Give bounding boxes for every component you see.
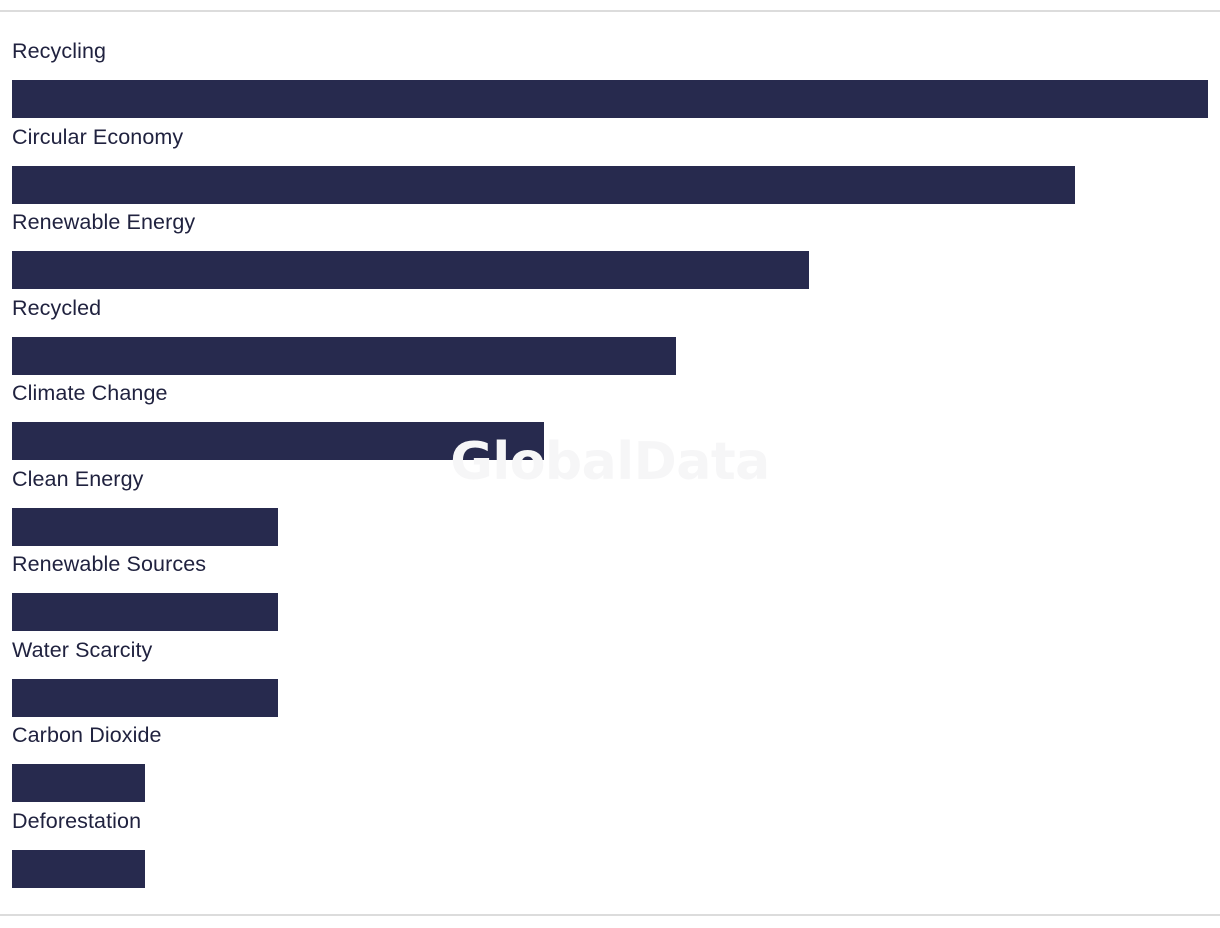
bar-fill xyxy=(12,336,677,375)
bar-track xyxy=(12,80,1208,118)
bar-row: Climate Change xyxy=(0,378,1220,464)
bar-row: Water Scarcity xyxy=(0,635,1220,721)
bar-chart-container: GlobalData Recycling Circular Economy Re… xyxy=(0,0,1220,928)
bar-track xyxy=(12,422,1208,460)
bar-fill xyxy=(12,678,278,717)
bar-category-label: Recycled xyxy=(12,295,102,320)
bar-row: Recycling xyxy=(0,36,1220,122)
bar-track xyxy=(12,507,1208,546)
bar-track xyxy=(12,165,1208,204)
bar-track xyxy=(12,849,1208,888)
bar-row: Deforestation xyxy=(0,806,1220,892)
bar-track xyxy=(12,678,1208,717)
bar-track xyxy=(12,251,1208,289)
bar-category-label: Deforestation xyxy=(12,808,142,833)
bar-row: Circular Economy xyxy=(0,122,1220,208)
bar-fill xyxy=(12,764,145,802)
bar-fill xyxy=(12,507,278,546)
bar-row: Carbon Dioxide xyxy=(0,720,1220,806)
bar-category-label: Water Scarcity xyxy=(12,637,153,662)
bar-fill xyxy=(12,593,278,631)
bar-row: Clean Energy xyxy=(0,464,1220,550)
bar-category-label: Clean Energy xyxy=(12,466,144,491)
bar-track xyxy=(12,764,1208,802)
bar-category-label: Carbon Dioxide xyxy=(12,723,162,747)
bar-fill xyxy=(12,165,1076,204)
bar-category-label: Climate Change xyxy=(12,381,168,405)
bar-category-label: Renewable Energy xyxy=(12,210,196,234)
bar-category-label: Circular Economy xyxy=(12,124,184,149)
bar-fill xyxy=(12,251,810,289)
bar-row: Renewable Sources xyxy=(0,549,1220,635)
bar-track xyxy=(12,336,1208,375)
bar-fill xyxy=(12,80,1208,118)
bar-chart-plot-area: Recycling Circular Economy Renewable Ene… xyxy=(0,36,1220,891)
bar-fill xyxy=(12,849,145,888)
bottom-divider xyxy=(0,914,1220,916)
bar-row: Renewable Energy xyxy=(0,207,1220,293)
bar-category-label: Recycling xyxy=(12,39,107,63)
bar-fill xyxy=(12,422,544,460)
bar-track xyxy=(12,593,1208,631)
bar-row: Recycled xyxy=(0,293,1220,379)
top-divider xyxy=(0,10,1220,12)
bar-category-label: Renewable Sources xyxy=(12,552,207,576)
